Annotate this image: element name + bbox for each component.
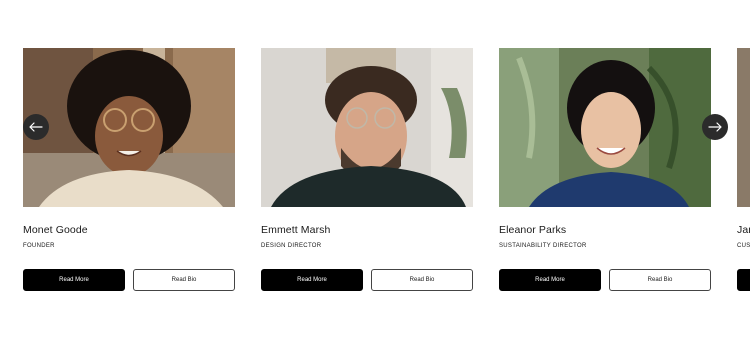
- team-photo: [261, 48, 473, 207]
- read-bio-button[interactable]: Read Bio: [371, 269, 473, 291]
- card-actions: Read More Read Bio: [261, 269, 473, 291]
- read-more-button[interactable]: [737, 269, 750, 291]
- team-carousel: Monet Goode FOUNDER Read More Read Bio E…: [0, 0, 750, 358]
- arrow-right-icon: [708, 122, 722, 132]
- team-member-name: Eleanor Parks: [499, 224, 567, 236]
- card-actions: Read More Read Bio: [23, 269, 235, 291]
- carousel-prev-button[interactable]: [23, 114, 49, 140]
- read-more-button[interactable]: Read More: [261, 269, 363, 291]
- team-member-name: Monet Goode: [23, 224, 88, 236]
- team-member-name: Jam: [737, 224, 750, 236]
- card-actions: Read More Read Bio: [499, 269, 711, 291]
- read-more-button[interactable]: Read More: [23, 269, 125, 291]
- team-member-role: SUSTAINABILITY DIRECTOR: [499, 243, 587, 249]
- read-more-button[interactable]: Read More: [499, 269, 601, 291]
- team-card: Eleanor Parks SUSTAINABILITY DIRECTOR Re…: [499, 48, 711, 291]
- read-bio-button[interactable]: Read Bio: [609, 269, 711, 291]
- arrow-left-icon: [29, 122, 43, 132]
- team-card: Emmett Marsh DESIGN DIRECTOR Read More R…: [261, 48, 473, 291]
- team-member-role: DESIGN DIRECTOR: [261, 243, 322, 249]
- team-member-role: CUST: [737, 243, 750, 249]
- carousel-next-button[interactable]: [702, 114, 728, 140]
- team-member-name: Emmett Marsh: [261, 224, 331, 236]
- team-member-role: FOUNDER: [23, 243, 55, 249]
- team-photo: [737, 48, 750, 207]
- team-photo: [499, 48, 711, 207]
- read-bio-button[interactable]: Read Bio: [133, 269, 235, 291]
- team-photo: [23, 48, 235, 207]
- team-card: Monet Goode FOUNDER Read More Read Bio: [23, 48, 235, 291]
- team-card: Jam CUST: [737, 48, 750, 291]
- card-actions: [737, 269, 750, 291]
